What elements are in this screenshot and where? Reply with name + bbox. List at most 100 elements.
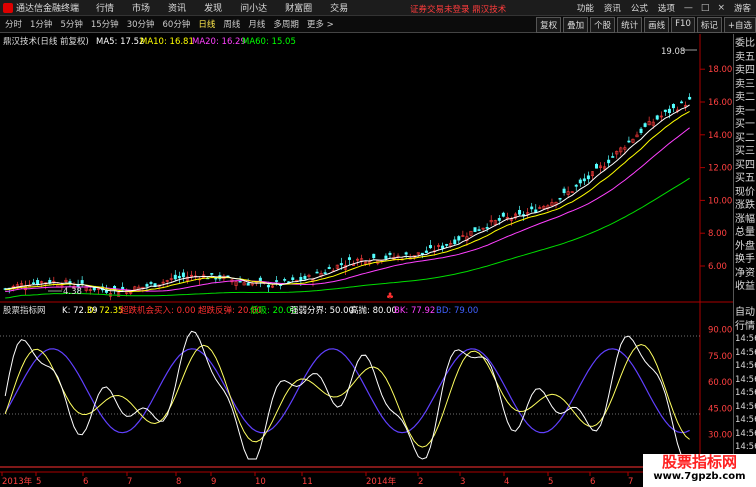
quote-field-label: 卖五 <box>735 51 755 63</box>
x-axis-label: 4 <box>504 477 509 487</box>
tab-weekly[interactable]: 周线 <box>222 18 241 30</box>
candle-body <box>404 252 408 255</box>
menu-hangqing[interactable]: 行情 <box>96 1 114 14</box>
x-axis-label: 5 <box>548 477 553 487</box>
indicator-param: 强弱分界: 50.00 <box>290 306 354 316</box>
ma60-label: MA60: 15.05 <box>242 37 296 47</box>
indicator-param: 超跌机会买入: 0.00 <box>120 305 196 316</box>
close-icon[interactable]: × <box>717 3 725 13</box>
candle-body <box>667 108 671 113</box>
candle-body <box>663 109 667 112</box>
candle-body <box>562 188 566 194</box>
mark-button[interactable]: 标记 <box>696 17 722 33</box>
menu-jiaoyi[interactable]: 交易 <box>330 1 348 14</box>
indicator-param: BD: 79.00 <box>436 306 478 316</box>
tab-60min[interactable]: 60分钟 <box>162 18 192 30</box>
quote-field-label: 外盘 <box>735 240 755 252</box>
candle-body <box>485 227 489 229</box>
candle-body <box>291 277 295 281</box>
candle-body <box>246 283 250 286</box>
tick-time-label: 14:56 <box>735 334 756 344</box>
tab-15min[interactable]: 15分钟 <box>90 18 120 30</box>
indicator-param: D: 72.35 <box>87 306 123 316</box>
tab-5min[interactable]: 5分钟 <box>59 18 83 30</box>
maximize-icon[interactable]: □ <box>701 3 710 13</box>
tick-time-label: 14:56 <box>735 442 756 452</box>
quote-field-label: 涨幅 <box>735 213 755 225</box>
tab-30min[interactable]: 30分钟 <box>126 18 156 30</box>
candle-body <box>497 218 501 221</box>
candle-body <box>424 250 428 253</box>
stats-button[interactable]: 统计 <box>617 17 643 33</box>
chart-svg[interactable]: 鼎汉技术(日线 前复权) MA5: 17.52 MA10: 16.81 MA20… <box>0 34 733 487</box>
candle-body <box>639 128 643 133</box>
menu-right-zixun[interactable]: 资讯 <box>604 2 621 14</box>
quote-field-label: 收益 <box>735 281 755 292</box>
candle-body <box>501 212 505 217</box>
menu-zixun[interactable]: 资讯 <box>168 1 186 14</box>
candle-body <box>347 257 351 260</box>
quote-field-label: 卖一 <box>735 105 755 117</box>
indicator-tick-label: 30.00 <box>708 431 732 441</box>
candle-body <box>594 163 598 169</box>
candle-body <box>578 179 582 184</box>
price-tick-label: 14.00 <box>708 131 732 141</box>
candle-body <box>607 159 611 164</box>
price-tick-label: 6.00 <box>708 262 727 272</box>
menu-wenxiaoda[interactable]: 问小达 <box>240 1 267 14</box>
guest-label[interactable]: 游客 <box>734 2 751 14</box>
candle-body <box>173 274 177 280</box>
candle-body <box>518 209 522 215</box>
tab-1min[interactable]: 1分钟 <box>29 18 53 30</box>
menu-xuanxiang[interactable]: 选项 <box>658 2 675 14</box>
tab-monthly[interactable]: 月线 <box>247 18 266 30</box>
menu-gongneng[interactable]: 功能 <box>577 2 594 14</box>
menu-faxian[interactable]: 发现 <box>204 1 222 14</box>
tick-time-label: 行情 <box>735 320 755 332</box>
tab-multi-period[interactable]: 多周期 <box>272 18 300 30</box>
candle-body <box>453 239 457 245</box>
price-tick-label: 10.00 <box>708 196 732 206</box>
quote-field-label: 卖四 <box>735 65 755 76</box>
candle-body <box>80 280 84 284</box>
candle-body <box>36 280 40 285</box>
candle-body <box>582 178 586 182</box>
candle-body <box>339 263 343 266</box>
minimize-icon[interactable]: — <box>684 3 693 13</box>
tab-daily[interactable]: 日线 <box>197 18 216 30</box>
menu-shichang[interactable]: 市场 <box>132 1 150 14</box>
candle-body <box>372 253 376 259</box>
quote-field-label: 买四 <box>735 159 755 171</box>
quote-field-label: 委比 <box>735 38 755 49</box>
tick-time-label: 14:56 <box>735 388 756 398</box>
watermark-title: 股票指标网 <box>661 453 737 471</box>
indicator-tick-label: 75.00 <box>708 352 732 362</box>
candle-body <box>558 197 562 200</box>
draw-line-button[interactable]: 画线 <box>644 17 670 33</box>
candle-body <box>210 273 214 275</box>
candle-body <box>457 236 461 241</box>
add-watchlist-button[interactable]: +自选 <box>723 17 756 33</box>
indicator-tick-label: 45.00 <box>708 404 732 414</box>
x-axis-label: 7 <box>127 477 132 487</box>
menu-gongshi[interactable]: 公式 <box>631 2 648 14</box>
tab-more[interactable]: 更多 > <box>306 18 335 30</box>
x-axis-label: 11 <box>302 477 313 487</box>
menu-caifuquan[interactable]: 财富圈 <box>285 1 312 14</box>
high-price-mark: 19.08 <box>661 47 685 57</box>
tick-time-label: 14:56 <box>735 347 756 358</box>
fuquan-button[interactable]: 复权 <box>536 17 562 33</box>
login-notice[interactable]: 证券交易未登录 鼎汉技术 <box>410 3 506 15</box>
x-axis-label: 2013年 <box>2 476 33 487</box>
indicator-tick-label: 60.00 <box>708 378 732 388</box>
low-price-mark: 4.38 <box>63 287 82 297</box>
quote-field-label: 净资 <box>735 267 755 279</box>
chart-area[interactable]: 鼎汉技术(日线 前复权) MA5: 17.52 MA10: 16.81 MA20… <box>0 34 733 487</box>
tab-fenshi[interactable]: 分时 <box>4 18 23 30</box>
candle-body <box>530 206 534 210</box>
candle-body <box>534 209 538 213</box>
candle-body <box>32 282 36 285</box>
f10-button[interactable]: F10 <box>671 17 695 33</box>
stock-button[interactable]: 个股 <box>590 17 616 33</box>
overlay-button[interactable]: 叠加 <box>563 17 589 33</box>
